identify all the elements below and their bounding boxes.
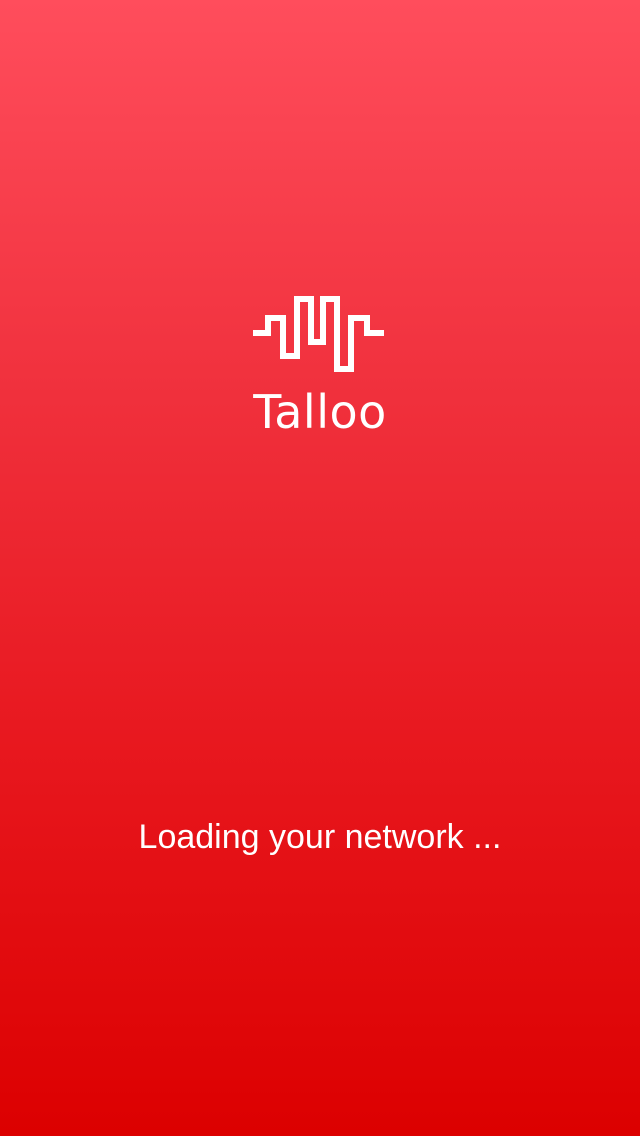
brand-name: Talloo xyxy=(253,385,387,439)
sound-wave-logo-icon xyxy=(250,278,390,378)
loading-status-text: Loading your network ... xyxy=(138,818,502,856)
splash-screen: Talloo Loading your network ... xyxy=(0,0,640,1136)
